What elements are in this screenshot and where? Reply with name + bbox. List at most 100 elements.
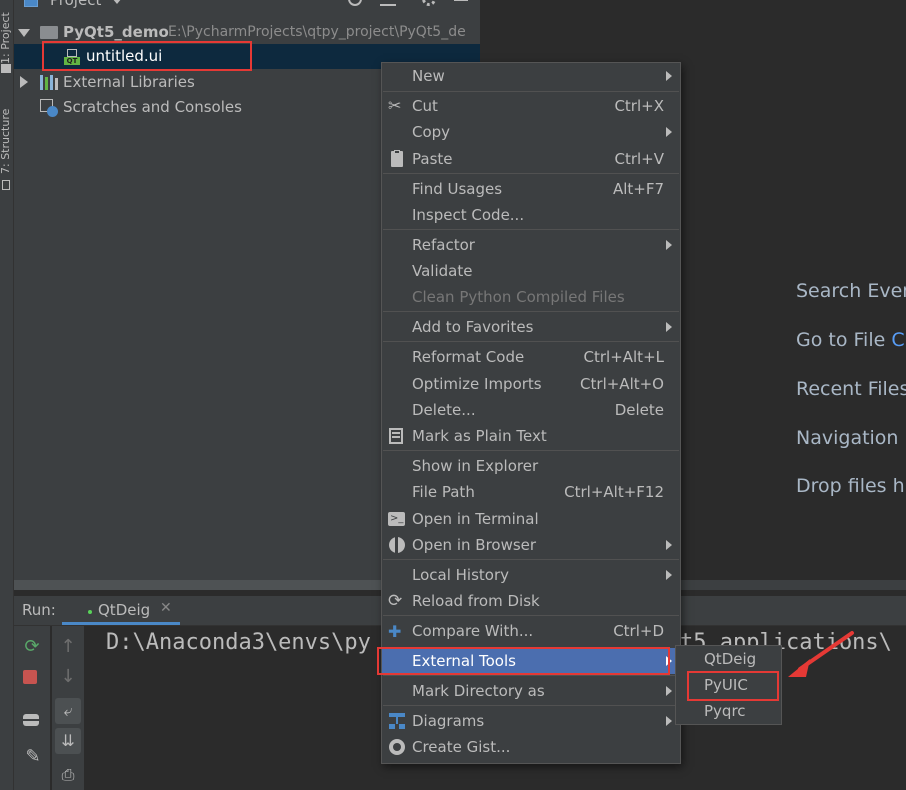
pin-icon[interactable]: ✎	[20, 744, 46, 770]
submenu-arrow-icon	[666, 686, 672, 696]
globe-icon	[388, 536, 406, 554]
menu-item-validate[interactable]: Validate	[382, 258, 680, 284]
menu-item-shortcut: Ctrl+Alt+L	[583, 348, 665, 366]
menu-item-find-usages[interactable]: Find Usages Alt+F7	[382, 176, 680, 202]
library-icon	[40, 75, 58, 90]
menu-item-shortcut: Delete	[614, 401, 664, 419]
menu-item-shortcut: Ctrl+X	[614, 97, 664, 115]
run-tab-label: QtDeig	[98, 601, 151, 619]
menu-item-label: Optimize Imports	[412, 375, 542, 393]
menu-item-diagrams[interactable]: Diagrams	[382, 708, 680, 734]
menu-item-compare-with[interactable]: ✚ Compare With... Ctrl+D	[382, 618, 680, 644]
menu-item-label: Add to Favorites	[412, 318, 534, 336]
menu-separator	[383, 559, 679, 560]
menu-item-copy[interactable]: Copy	[382, 119, 680, 145]
arrow-down-icon[interactable]: ↓	[55, 664, 81, 690]
annotation-highlight-external-tools	[377, 647, 670, 675]
menu-item-reformat-code[interactable]: Reformat Code Ctrl+Alt+L	[382, 344, 680, 370]
menu-separator	[383, 311, 679, 312]
collapse-all-icon[interactable]	[380, 0, 396, 6]
menu-separator	[383, 615, 679, 616]
locate-icon[interactable]	[348, 0, 362, 6]
menu-item-cut[interactable]: ✂ Cut Ctrl+X	[382, 93, 680, 119]
project-tool-tab[interactable]: 1: Project	[0, 2, 13, 64]
submenu-item-pyqrc[interactable]: Pyqrc	[676, 698, 781, 724]
scroll-to-end-icon[interactable]: ⇊	[55, 728, 81, 754]
menu-item-label: Find Usages	[412, 180, 503, 198]
project-panel-header: Project	[14, 0, 480, 14]
menu-separator	[383, 450, 679, 451]
hide-icon[interactable]	[454, 0, 468, 1]
tool-window-strip: 1: Project 7: Structure	[0, 0, 14, 790]
diagram-icon	[388, 712, 406, 730]
chevron-right-icon[interactable]	[20, 76, 28, 88]
close-icon[interactable]: ✕	[160, 600, 172, 616]
menu-item-label: Mark Directory as	[412, 682, 545, 700]
menu-item-label: Reformat Code	[412, 348, 525, 366]
menu-item-label: Inspect Code...	[412, 206, 525, 224]
menu-item-label: Show in Explorer	[412, 457, 539, 475]
menu-item-label: Copy	[412, 123, 451, 141]
menu-item-mark-directory-as[interactable]: Mark Directory as	[382, 678, 680, 704]
annotation-highlight-pyuic	[687, 671, 779, 701]
menu-item-create-gist[interactable]: Create Gist...	[382, 734, 680, 760]
menu-item-label: File Path	[412, 483, 475, 501]
run-toolbar-secondary: ↑ ↓ ⤶ ⇊ ⎙	[52, 626, 84, 790]
menu-item-shortcut: Ctrl+V	[614, 150, 664, 168]
scratches-label: Scratches and Consoles	[63, 98, 242, 116]
menu-item-optimize-imports[interactable]: Optimize Imports Ctrl+Alt+O	[382, 371, 680, 397]
menu-item-delete[interactable]: Delete... Delete	[382, 397, 680, 423]
menu-item-open-in-terminal[interactable]: >_ Open in Terminal	[382, 506, 680, 532]
menu-item-label: Validate	[412, 262, 473, 280]
menu-item-refactor[interactable]: Refactor	[382, 232, 680, 258]
plain-text-icon	[388, 427, 406, 445]
menu-item-label: Delete...	[412, 401, 476, 419]
menu-item-label: New	[412, 67, 445, 85]
menu-item-paste[interactable]: Paste Ctrl+V	[382, 146, 680, 172]
submenu-arrow-icon	[666, 716, 672, 726]
menu-item-local-history[interactable]: Local History	[382, 562, 680, 588]
gear-icon[interactable]	[422, 0, 436, 6]
submenu-arrow-icon	[666, 240, 672, 250]
hint-go-to-file: Go to File C	[796, 329, 905, 351]
menu-item-label: Create Gist...	[412, 738, 511, 756]
run-toolbar-primary: ⟳ ✎	[14, 626, 50, 790]
stop-icon[interactable]	[23, 670, 37, 684]
chevron-down-icon[interactable]	[18, 29, 30, 37]
print-icon[interactable]: ⎙	[55, 762, 81, 788]
hint-recent-files: Recent Files	[796, 378, 906, 400]
menu-item-label: Clean Python Compiled Files	[412, 288, 625, 306]
menu-item-file-path[interactable]: File Path Ctrl+Alt+F12	[382, 479, 680, 505]
rerun-icon[interactable]: ⟳	[19, 634, 45, 660]
menu-item-add-to-favorites[interactable]: Add to Favorites	[382, 314, 680, 340]
menu-item-label: Paste	[412, 150, 453, 168]
structure-tool-tab[interactable]: 7: Structure	[0, 100, 13, 174]
project-view-icon	[24, 0, 38, 7]
scissors-icon: ✂	[388, 96, 402, 115]
submenu-item-qtdeig[interactable]: QtDeig	[676, 646, 781, 672]
reload-icon: ⟳	[388, 591, 403, 611]
folder-icon	[40, 26, 58, 39]
submenu-arrow-icon	[666, 322, 672, 332]
menu-item-new[interactable]: New	[382, 63, 680, 89]
menu-item-reload-from-disk[interactable]: ⟳ Reload from Disk	[382, 588, 680, 614]
menu-item-shortcut: Ctrl+Alt+O	[580, 375, 664, 393]
menu-item-show-in-explorer[interactable]: Show in Explorer	[382, 453, 680, 479]
project-panel-title[interactable]: Project	[50, 0, 101, 9]
hint-search-everywhere: Search Ever	[796, 280, 906, 302]
menu-item-inspect-code[interactable]: Inspect Code...	[382, 202, 680, 228]
structure-icon	[2, 180, 10, 190]
menu-item-open-in-browser[interactable]: Open in Browser	[382, 532, 680, 558]
menu-item-label: Cut	[412, 97, 438, 115]
menu-item-label: Mark as Plain Text	[412, 427, 547, 445]
annotation-arrow-icon	[788, 631, 854, 677]
hint-navigation-bar: Navigation	[796, 427, 899, 449]
arrow-up-icon[interactable]: ↑	[55, 634, 81, 660]
layout-icon[interactable]	[23, 714, 39, 726]
soft-wrap-icon[interactable]: ⤶	[55, 698, 81, 724]
run-tab[interactable]: QtDeig ✕	[62, 596, 180, 625]
menu-separator	[383, 705, 679, 706]
chevron-down-icon[interactable]	[112, 0, 122, 4]
annotation-highlight-file	[42, 41, 252, 71]
menu-item-mark-as-plain-text[interactable]: Mark as Plain Text	[382, 423, 680, 449]
